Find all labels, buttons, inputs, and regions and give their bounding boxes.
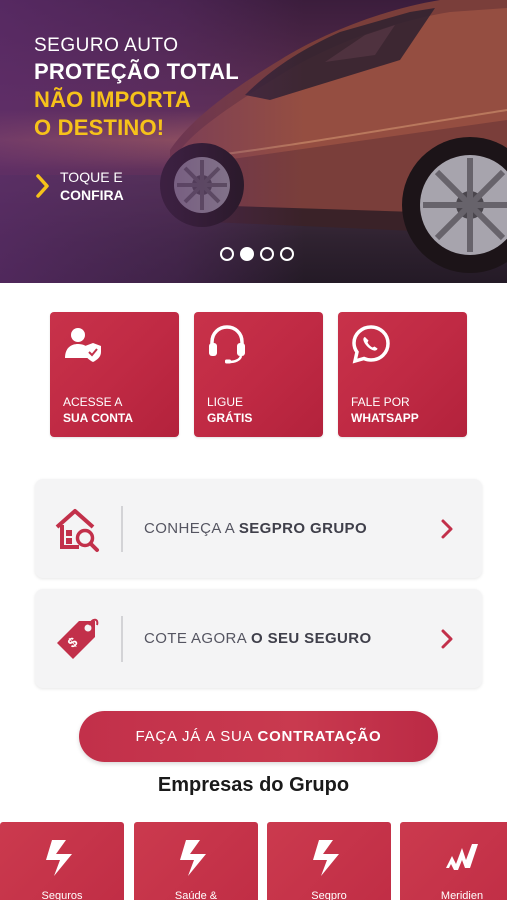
cta-line-2: CONFIRA bbox=[60, 187, 124, 203]
price-tag-icon: $ bbox=[57, 618, 99, 659]
company-name: Segpro bbox=[311, 890, 347, 900]
s-logo-icon bbox=[313, 840, 339, 876]
hero-kicker: SEGURO AUTO bbox=[34, 35, 179, 56]
company-tile[interactable]: Saúde & bbox=[134, 822, 258, 900]
tile-label-line2: SUA CONTA bbox=[63, 411, 133, 425]
hero-highlight-1: NÃO IMPORTA bbox=[34, 87, 192, 112]
carousel-indicator bbox=[220, 247, 294, 261]
company-name: Seguros bbox=[41, 890, 83, 900]
about-group-card[interactable]: CONHEÇA A SEGPRO GRUPO bbox=[35, 479, 482, 578]
whatsapp-icon bbox=[352, 325, 390, 364]
card-label: CONHEÇA A SEGPRO GRUPO bbox=[144, 520, 440, 537]
m-logo-icon bbox=[446, 844, 478, 870]
company-name: Saúde & bbox=[174, 890, 218, 900]
section-title: Empresas do Grupo bbox=[157, 774, 350, 796]
chevron-right-icon bbox=[36, 174, 49, 198]
quick-actions: ACESSE A SUA CONTA LIGUE GRÁTIS FALE POR… bbox=[50, 312, 467, 437]
tile-label-line2: WHATSAPP bbox=[351, 411, 419, 425]
card-label: COTE AGORA O SEU SEGURO bbox=[144, 630, 440, 647]
chevron-right-icon bbox=[441, 519, 453, 538]
companies-carousel: Seguros Saúde & Segpro Meridien bbox=[0, 822, 507, 900]
company-name: Meridien bbox=[440, 890, 484, 900]
house-search-icon bbox=[55, 508, 99, 552]
carousel-dot[interactable] bbox=[220, 247, 234, 261]
carousel-dot[interactable] bbox=[280, 247, 294, 261]
card-divider bbox=[121, 615, 123, 662]
hero-banner[interactable]: SEGURO AUTO PROTEÇÃO TOTAL NÃO IMPORTA O… bbox=[0, 0, 507, 283]
hero-title: PROTEÇÃO TOTAL bbox=[34, 59, 239, 84]
user-shield-icon bbox=[65, 328, 101, 362]
hero-highlight-2: O DESTINO! bbox=[34, 115, 165, 140]
s-logo-icon bbox=[46, 840, 72, 876]
hero-headline: SEGURO AUTO PROTEÇÃO TOTAL NÃO IMPORTA O… bbox=[34, 34, 239, 142]
hire-button-text: FAÇA JÁ A SUA bbox=[135, 728, 254, 745]
call-free-button[interactable]: LIGUE GRÁTIS bbox=[194, 312, 323, 437]
access-account-button[interactable]: ACESSE A SUA CONTA bbox=[50, 312, 179, 437]
card-text-regular: COTE AGORA bbox=[144, 630, 247, 647]
headset-icon bbox=[209, 325, 245, 364]
tile-label-line1: FALE POR bbox=[351, 395, 410, 409]
tile-label-line2: GRÁTIS bbox=[207, 411, 253, 425]
hire-button-bold: CONTRATAÇÃO bbox=[257, 728, 382, 745]
hero-cta-link[interactable]: TOQUE E CONFIRA bbox=[36, 168, 124, 204]
chevron-right-icon bbox=[441, 629, 453, 648]
s-logo-icon bbox=[180, 840, 206, 876]
company-tile[interactable]: Segpro bbox=[267, 822, 391, 900]
card-text-bold: O SEU SEGURO bbox=[250, 630, 372, 647]
company-tile[interactable]: Meridien bbox=[400, 822, 507, 900]
hire-now-button[interactable]: FAÇA JÁ A SUA CONTRATAÇÃO bbox=[79, 711, 438, 762]
cta-line-1: TOQUE E bbox=[60, 169, 123, 185]
get-quote-card[interactable]: $ COTE AGORA O SEU SEGURO bbox=[35, 589, 482, 688]
company-tile[interactable]: Seguros bbox=[0, 822, 124, 900]
carousel-dot[interactable] bbox=[260, 247, 274, 261]
tile-label-line1: ACESSE A bbox=[63, 395, 123, 409]
card-text-regular: CONHEÇA A bbox=[144, 520, 235, 537]
tile-label-line1: LIGUE bbox=[207, 395, 244, 409]
card-text-bold: SEGPRO GRUPO bbox=[238, 520, 368, 537]
carousel-dot-active[interactable] bbox=[240, 247, 254, 261]
whatsapp-button[interactable]: FALE POR WHATSAPP bbox=[338, 312, 467, 437]
card-divider bbox=[121, 505, 123, 552]
